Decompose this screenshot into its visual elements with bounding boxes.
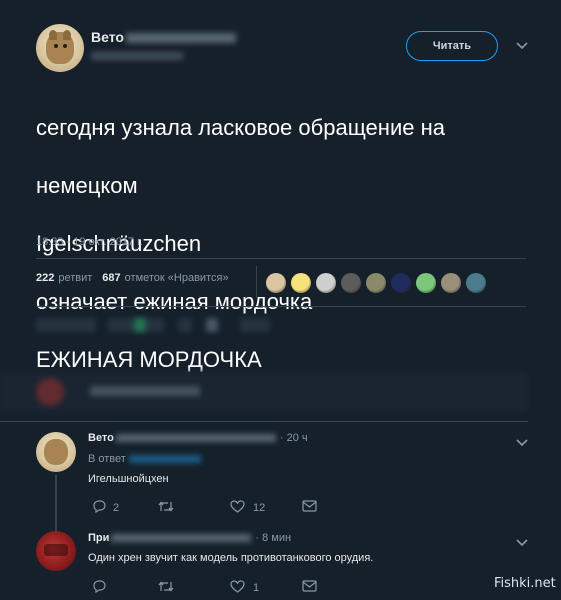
tweet-text-line: сегодня узнала ласковое обращение на — [36, 115, 445, 140]
like-count: 1 — [253, 582, 260, 594]
divider — [36, 258, 526, 259]
reply-author-name-text: Вето — [88, 432, 114, 444]
chevron-down-icon[interactable] — [516, 39, 528, 53]
divider — [36, 306, 526, 307]
reply-action-blurred[interactable] — [36, 318, 96, 332]
reply-icon[interactable] — [92, 500, 106, 513]
like-count: 12 — [253, 502, 266, 514]
author-name[interactable]: Вето — [91, 29, 236, 45]
reply-author-name[interactable]: При · 8 мин — [88, 532, 291, 544]
in-reply-to-label: В ответ — [88, 453, 126, 465]
message-icon[interactable] — [302, 500, 317, 512]
author-name-blurred — [125, 33, 236, 44]
tweet-timestamp[interactable]: 18:33 - 19 окт. 2017 г. — [36, 236, 143, 248]
tweet-text-line: ЕЖИНАЯ МОРДОЧКА — [36, 347, 262, 372]
reply-text: Один хрен звучит как модель противотанко… — [88, 552, 374, 564]
retweets-label: ретвит — [58, 272, 93, 284]
liker-avatar[interactable] — [466, 273, 486, 293]
reply-text: Игельшнойцхен — [88, 473, 169, 485]
in-reply-to: В ответ — [88, 453, 201, 465]
author-handle-blurred — [91, 52, 183, 60]
watermark: Fishki.net — [494, 576, 556, 591]
reply-author-blurred — [111, 534, 252, 543]
reply-author-avatar[interactable] — [36, 531, 76, 571]
reply-count: 2 — [113, 502, 120, 514]
composer-avatar-blurred — [36, 378, 64, 406]
reply-composer-blurred[interactable] — [0, 371, 528, 413]
author-avatar[interactable] — [36, 24, 84, 72]
retweet-icon[interactable] — [158, 580, 174, 593]
reply-author-name-text: При — [88, 532, 110, 544]
divider — [0, 421, 528, 422]
dm-action-blurred[interactable] — [206, 318, 218, 332]
retweets-stat[interactable]: 222 ретвит — [36, 272, 92, 284]
liker-avatar[interactable] — [366, 273, 386, 293]
liker-avatar[interactable] — [291, 273, 311, 293]
retweet-icon[interactable] — [158, 500, 174, 513]
liker-avatar[interactable] — [416, 273, 436, 293]
like-icon[interactable] — [230, 580, 245, 593]
reply-author-avatar[interactable] — [36, 432, 76, 472]
retweets-count: 222 — [36, 272, 55, 284]
liker-avatar[interactable] — [266, 273, 286, 293]
reply-icon[interactable] — [92, 580, 106, 593]
chevron-down-icon[interactable] — [516, 436, 528, 450]
chevron-down-icon[interactable] — [516, 536, 528, 550]
reply-author-blurred — [115, 434, 276, 443]
in-reply-to-handle-blurred[interactable] — [128, 455, 201, 464]
likes-label: отметок «Нравится» — [124, 272, 229, 284]
likes-stat[interactable]: 687 отметок «Нравится» — [102, 272, 228, 284]
message-icon[interactable] — [302, 580, 317, 592]
follow-button[interactable]: Читать — [406, 31, 498, 61]
reply-author-name[interactable]: Вето · 20 ч — [88, 432, 308, 444]
reply-time[interactable]: · 20 ч — [280, 432, 308, 444]
follow-button-label: Читать — [432, 40, 472, 52]
liker-avatar[interactable] — [316, 273, 336, 293]
composer-placeholder-blurred — [90, 386, 200, 396]
like-icon[interactable] — [230, 500, 245, 513]
liker-avatar[interactable] — [441, 273, 461, 293]
share-action-blurred[interactable] — [240, 318, 270, 332]
tweet-text-line: немецком — [36, 173, 138, 198]
reply-time[interactable]: · 8 мин — [255, 532, 291, 544]
liker-avatar[interactable] — [391, 273, 411, 293]
thread-line — [55, 475, 57, 535]
retweet-active-blurred — [134, 318, 146, 332]
liker-avatar[interactable] — [341, 273, 361, 293]
like-action-blurred[interactable] — [178, 318, 192, 332]
tweet-stats: 222 ретвит 687 отметок «Нравится» — [36, 272, 229, 284]
likes-count: 687 — [102, 272, 121, 284]
stats-divider — [256, 266, 257, 298]
author-name-text: Вето — [91, 29, 124, 45]
